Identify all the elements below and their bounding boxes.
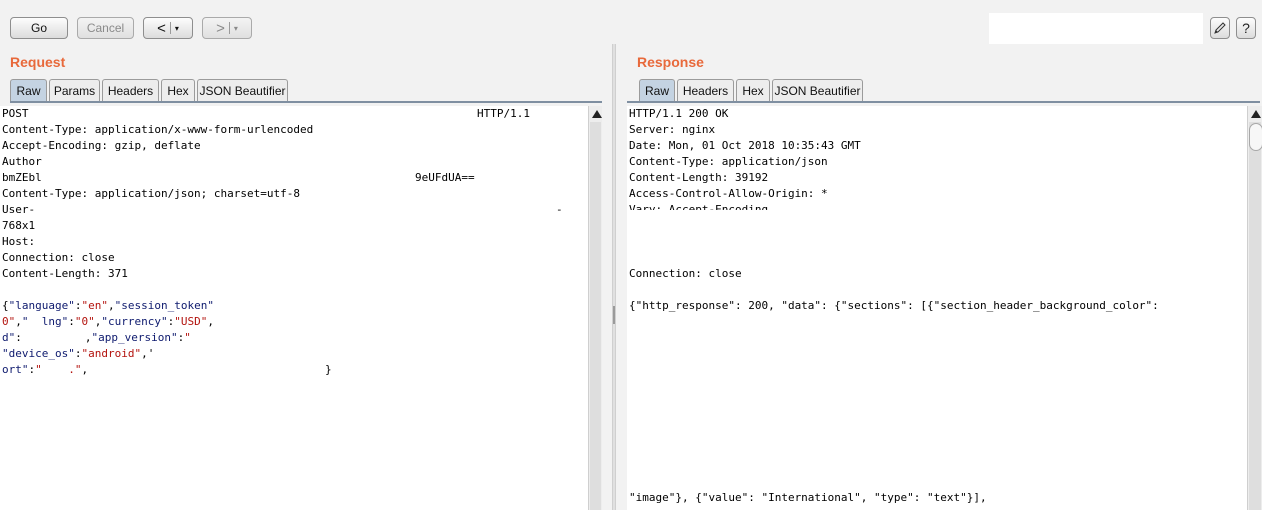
response-scroll-thumb[interactable] <box>1249 123 1262 151</box>
response-scrollbar[interactable] <box>1247 106 1262 510</box>
request-header-line: Accept-Encoding: gzip, deflate <box>2 139 201 152</box>
response-tab-hex[interactable]: Hex <box>736 79 770 101</box>
request-header-line: Host: <box>2 235 36 248</box>
response-tab-headers[interactable]: Headers <box>677 79 734 101</box>
request-body-line: 0"," lng":"0","currency":"USD", <box>2 315 214 328</box>
request-scrollbar[interactable] <box>588 106 602 510</box>
response-tab-underline <box>627 101 1260 103</box>
request-editor[interactable]: POST HTTP/1.1 Content-Type: application/… <box>0 106 588 510</box>
cancel-button[interactable]: Cancel <box>77 17 134 39</box>
request-tab-hex[interactable]: Hex <box>161 79 195 101</box>
response-header-line: Access-Control-Allow-Origin: * <box>629 187 828 200</box>
response-header-line: Vary: Accept-Encoding <box>629 203 769 210</box>
response-body-line: "image"}, {"value": "International", "ty… <box>629 491 987 504</box>
button-separator <box>169 22 171 34</box>
request-tab-headers[interactable]: Headers <box>102 79 159 101</box>
request-header-line: User- <box>2 203 36 216</box>
dropdown-icon: ▾ <box>174 23 179 33</box>
request-header-line: Author <box>2 155 42 168</box>
request-body-line: ort":" .", <box>2 363 89 376</box>
response-header-line: Date: Mon, 01 Oct 2018 10:35:43 GMT <box>629 139 861 152</box>
request-tab-params[interactable]: Params <box>49 79 100 101</box>
request-header-line: bmZEbl <box>2 171 42 184</box>
edit-button[interactable] <box>1210 17 1230 39</box>
request-auth-tail: 9eUFdUA== <box>415 171 475 184</box>
response-header-line: Connection: close <box>629 267 742 280</box>
response-header-line: Server: nginx <box>629 123 716 136</box>
request-body-line: "device_os":"android",' <box>2 347 155 360</box>
forward-arrow-icon: > <box>216 19 225 37</box>
request-ua-tail: - <box>556 203 563 216</box>
request-scroll-track[interactable] <box>590 122 601 510</box>
response-scroll-track[interactable] <box>1249 122 1261 510</box>
request-tab-json-beautifier[interactable]: JSON Beautifier <box>197 79 288 101</box>
request-body-close-brace: } <box>325 363 332 376</box>
response-header-line: Content-Length: 39192 <box>629 171 769 184</box>
request-tab-raw[interactable]: Raw <box>10 79 47 101</box>
go-button[interactable]: Go <box>10 17 68 39</box>
request-method: POST <box>2 107 29 120</box>
request-protocol: HTTP/1.1 <box>477 107 530 120</box>
scroll-up-arrow-icon[interactable] <box>592 110 602 118</box>
response-title: Response <box>637 54 704 70</box>
response-clipped-line: Vary: Accept-Encoding <box>627 202 1227 210</box>
dropdown-icon: ▾ <box>233 23 238 33</box>
divider-grip-icon[interactable] <box>613 306 615 324</box>
scroll-up-arrow-icon[interactable] <box>1251 110 1261 118</box>
help-icon: ? <box>1242 20 1250 36</box>
request-header-line: Content-Length: 371 <box>2 267 128 280</box>
response-tab-raw[interactable]: Raw <box>639 79 675 101</box>
request-body-line: {"language":"en","session_token" <box>2 299 214 312</box>
response-editor[interactable]: HTTP/1.1 200 OK Server: nginx Date: Mon,… <box>627 106 1247 510</box>
response-body-line: {"http_response": 200, "data": {"section… <box>629 299 1159 312</box>
help-button[interactable]: ? <box>1236 17 1256 39</box>
response-header-line: Content-Type: application/json <box>629 155 828 168</box>
button-separator <box>228 22 230 34</box>
response-tab-json-beautifier[interactable]: JSON Beautifier <box>772 79 863 101</box>
request-header-line: Connection: close <box>2 251 115 264</box>
request-tab-underline <box>10 101 602 103</box>
request-header-line: Content-Type: application/json; charset=… <box>2 187 301 200</box>
response-header-line: HTTP/1.1 200 OK <box>629 107 729 120</box>
pencil-icon <box>1214 22 1226 34</box>
back-arrow-icon: < <box>157 19 166 37</box>
request-title: Request <box>10 54 66 70</box>
forward-button[interactable]: > ▾ <box>202 17 252 39</box>
request-header-line: Content-Type: application/x-www-form-url… <box>2 123 314 136</box>
request-body-line: d": ,"app_version":" <box>2 331 191 344</box>
request-header-line: 768x1 <box>2 219 36 232</box>
back-button[interactable]: < ▾ <box>143 17 193 39</box>
